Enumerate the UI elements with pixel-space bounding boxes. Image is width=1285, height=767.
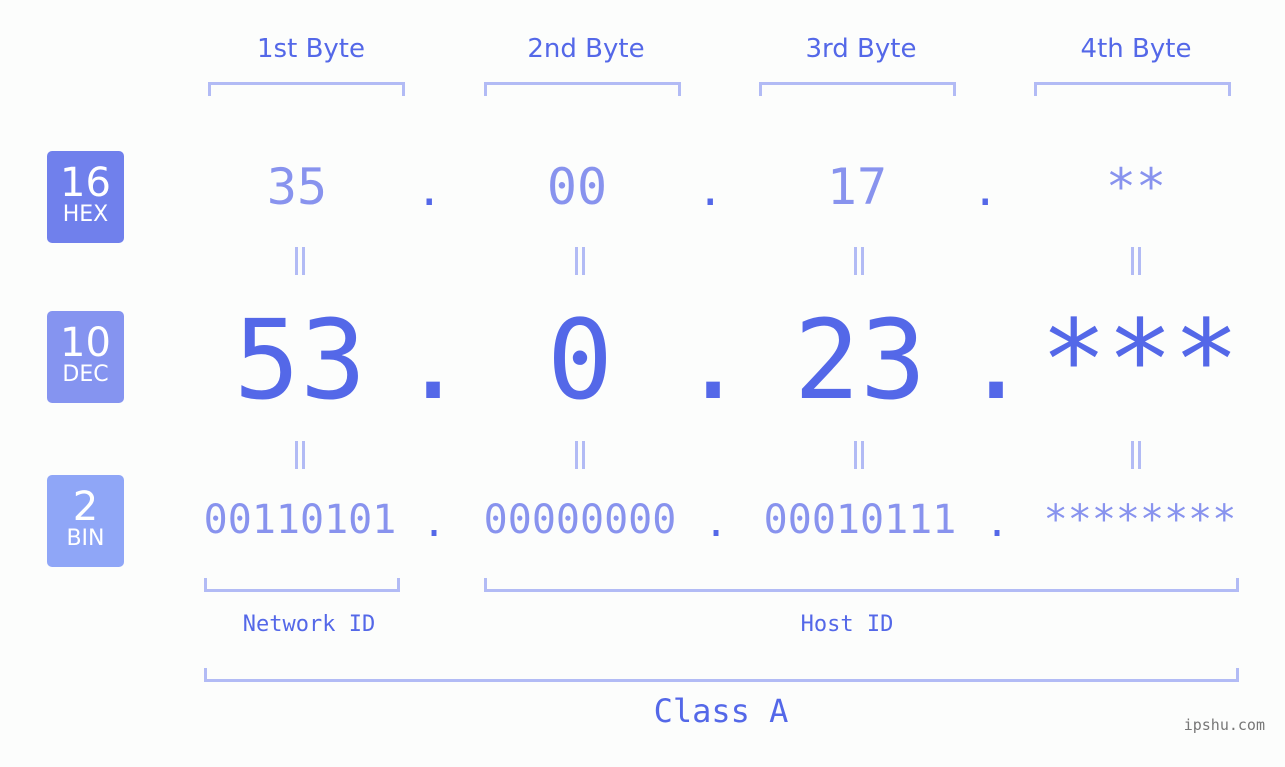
dec-dot-3: . bbox=[963, 296, 1030, 424]
dec-byte-1: 53 bbox=[233, 296, 367, 424]
byte-1-label: 1st Byte bbox=[257, 34, 365, 64]
byte-4-bracket bbox=[1034, 82, 1231, 96]
hex-byte-2: 00 bbox=[546, 158, 608, 216]
byte-3-label: 3rd Byte bbox=[805, 34, 917, 64]
equals-marker bbox=[570, 441, 590, 469]
bin-byte-3: 00010111 bbox=[763, 497, 957, 543]
hex-byte-1: 35 bbox=[266, 158, 328, 216]
dec-dot-2: . bbox=[680, 296, 747, 424]
equals-marker bbox=[1126, 441, 1146, 469]
hex-dot-3: . bbox=[972, 165, 999, 216]
hex-badge: 16 HEX bbox=[47, 151, 124, 243]
equals-marker bbox=[849, 441, 869, 469]
hex-byte-3: 17 bbox=[826, 158, 888, 216]
network-id-label: Network ID bbox=[242, 612, 376, 637]
bin-badge: 2 BIN bbox=[47, 475, 124, 567]
dec-dot-1: . bbox=[400, 296, 467, 424]
equals-marker bbox=[849, 247, 869, 275]
host-id-bracket bbox=[484, 578, 1239, 592]
network-id-bracket bbox=[204, 578, 400, 592]
equals-marker bbox=[290, 441, 310, 469]
hex-dot-2: . bbox=[697, 165, 724, 216]
class-bracket bbox=[204, 668, 1239, 682]
byte-3-bracket bbox=[759, 82, 956, 96]
dec-base-label: DEC bbox=[62, 362, 109, 387]
dec-base-number: 10 bbox=[60, 320, 111, 366]
watermark: ipshu.com bbox=[1183, 716, 1265, 734]
bin-dot-2: . bbox=[704, 500, 729, 546]
byte-2-bracket bbox=[484, 82, 681, 96]
equals-marker bbox=[570, 247, 590, 275]
bin-byte-4: ******** bbox=[1043, 497, 1237, 543]
hex-base-label: HEX bbox=[62, 202, 109, 227]
byte-4-label: 4th Byte bbox=[1080, 34, 1192, 64]
dec-byte-2: 0 bbox=[546, 296, 614, 424]
bin-byte-1: 00110101 bbox=[203, 497, 397, 543]
dec-badge: 10 DEC bbox=[47, 311, 124, 403]
hex-dot-1: . bbox=[416, 165, 443, 216]
bin-byte-2: 00000000 bbox=[483, 497, 677, 543]
bin-dot-3: . bbox=[985, 500, 1010, 546]
host-id-label: Host ID bbox=[800, 612, 894, 637]
equals-marker bbox=[290, 247, 310, 275]
bin-base-number: 2 bbox=[72, 484, 99, 530]
class-label: Class A bbox=[653, 692, 789, 730]
dec-byte-4: *** bbox=[1040, 296, 1240, 424]
bin-base-label: BIN bbox=[66, 526, 105, 551]
byte-1-bracket bbox=[208, 82, 405, 96]
hex-base-number: 16 bbox=[60, 160, 111, 206]
bin-dot-1: . bbox=[422, 500, 447, 546]
hex-byte-4: ** bbox=[1105, 158, 1167, 216]
equals-marker bbox=[1126, 247, 1146, 275]
dec-byte-3: 23 bbox=[793, 296, 927, 424]
byte-2-label: 2nd Byte bbox=[527, 34, 645, 64]
